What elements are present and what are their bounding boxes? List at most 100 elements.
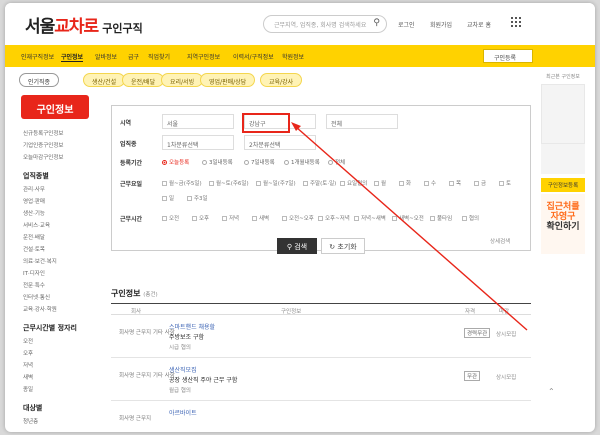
sidebar-item[interactable]: IT·디자인 — [23, 269, 89, 277]
row-tag: 경력무관 — [464, 328, 491, 338]
sidebar-item[interactable]: 저녁 — [23, 361, 89, 369]
workday-2[interactable]: 월~일(주7일) — [256, 179, 296, 187]
sidebar-item[interactable]: 교육·강사·학원 — [23, 305, 89, 313]
region-dong-select[interactable]: 전체 — [326, 114, 398, 129]
workday-11[interactable]: 일 — [162, 194, 174, 202]
apps-grid-icon[interactable] — [511, 17, 521, 27]
option-label: 주3일 — [194, 196, 208, 202]
worktime-6[interactable]: 저녁~새벽 — [354, 214, 386, 222]
row-desc[interactable]: 주방보조 구함 — [169, 332, 204, 341]
sidebar-item[interactable]: 오후 — [23, 349, 89, 357]
sidebar-item[interactable]: 생산·기능 — [23, 209, 89, 217]
sidebar-item[interactable]: 오늘마감구인정보 — [23, 153, 89, 161]
reset-button[interactable]: ↻ 초기화 — [321, 238, 365, 254]
nav-item-7[interactable]: 학원정보 — [282, 52, 304, 61]
sidebar-item[interactable]: 영업·판매 — [23, 197, 89, 205]
worktime-0[interactable]: 오전 — [162, 214, 179, 222]
option-label: 전체 — [335, 160, 346, 166]
worktime-7[interactable]: 새벽~오전 — [392, 214, 424, 222]
row-desc[interactable]: 공장 생산직 주야 근무 구함 — [169, 375, 237, 384]
option-label: 일 — [169, 196, 175, 202]
workday-10[interactable]: 토 — [499, 179, 511, 187]
worktime-1[interactable]: 오후 — [192, 214, 209, 222]
row-title[interactable]: 스마트핸드 채용할 — [169, 322, 215, 331]
rail-post-button[interactable]: 구인정보등록 — [541, 178, 585, 192]
job-label: 업직종 — [120, 141, 137, 148]
workday-7[interactable]: 수 — [424, 179, 436, 187]
worktime-9[interactable]: 협의 — [462, 214, 479, 222]
pill-1[interactable]: 운전/배달 — [122, 73, 165, 87]
sidebar-item[interactable]: 기업인증구인정보 — [23, 141, 89, 149]
option-label: 월~금(주5일) — [169, 181, 202, 187]
sidebar-item[interactable]: 오전 — [23, 337, 89, 345]
sidebar-item[interactable]: 인터넷·통신 — [23, 293, 89, 301]
period-option-1[interactable]: 3일내등록 — [202, 158, 233, 166]
nav-item-0[interactable]: 인재구직정보 — [21, 52, 54, 61]
nav-item-6[interactable]: 이력서/구직정보 — [233, 52, 274, 61]
search-icon[interactable]: ⚲ — [373, 18, 380, 28]
worktime-4[interactable]: 오전~오후 — [282, 214, 314, 222]
table-row[interactable]: 회사명 근무지 아르바이트 — [111, 402, 531, 432]
row-meta: 시급 협의 — [169, 345, 191, 351]
nav-item-4[interactable]: 직업찾기 — [148, 52, 170, 61]
sidebar-item[interactable]: 종일 — [23, 385, 89, 393]
row-title[interactable]: 생산직모집 — [169, 365, 197, 374]
job-category1-select[interactable]: 1차분류선택 — [162, 135, 234, 150]
option-label: 협의 — [469, 216, 480, 222]
sidebar-item[interactable]: 신규등록구인정보 — [23, 129, 89, 137]
search-input[interactable]: 근무지역, 업직종, 회사명 검색하세요 ⚲ — [263, 15, 387, 33]
browser-page: 서울교차로 구인구직 근무지역, 업직종, 회사명 검색하세요 ⚲ 로그인 회원가… — [5, 3, 595, 432]
row-title[interactable]: 아르바이트 — [169, 408, 197, 417]
sidebar-item[interactable]: 청년층 — [23, 417, 89, 425]
nav-item-5[interactable]: 지역구인정보 — [187, 52, 220, 61]
sidebar-item[interactable]: 서비스·교육 — [23, 221, 89, 229]
period-option-2[interactable]: 7일내등록 — [244, 158, 275, 166]
workday-6[interactable]: 화 — [399, 179, 411, 187]
worktime-3[interactable]: 새벽 — [252, 214, 269, 222]
main-nav: 인재구직정보 구인정보 알바정보 급구 직업찾기 지역구인정보 이력서/구직정보… — [5, 45, 595, 67]
period-option-3[interactable]: 1개월내등록 — [284, 158, 320, 166]
table-row[interactable]: 회사명 근무지 기타 사항 스마트핸드 채용할 주방보조 구함 시급 협의 경력… — [111, 316, 531, 358]
sidebar-item[interactable]: 운전·배달 — [23, 233, 89, 241]
sidebar-item[interactable]: 관리·사무 — [23, 185, 89, 193]
workday-12[interactable]: 주3일 — [187, 194, 208, 202]
pill-0[interactable]: 생산/건설 — [83, 73, 126, 87]
region-city-select[interactable]: 서울 — [162, 114, 234, 129]
table-row[interactable]: 회사명 근무지 기타 사항 생산직모집 공장 생산직 주야 근무 구함 월급 협… — [111, 359, 531, 401]
workday-9[interactable]: 금 — [474, 179, 486, 187]
worktime-2[interactable]: 저녁 — [222, 214, 239, 222]
login-link[interactable]: 로그인 — [398, 20, 415, 29]
post-job-button[interactable]: 구인등록 — [483, 49, 533, 63]
sidebar-item[interactable]: 건설·토목 — [23, 245, 89, 253]
home-link[interactable]: 교차로 홈 — [467, 20, 491, 29]
nav-item-1[interactable]: 구인정보 — [61, 52, 84, 62]
sidebar-item[interactable]: 의료·보건·복지 — [23, 257, 89, 265]
worktime-5[interactable]: 오후~저녁 — [318, 214, 350, 222]
job-row: 업직종 — [120, 139, 160, 148]
region-label: 시역 — [120, 120, 132, 127]
workday-3[interactable]: 주말(토·일) — [303, 179, 336, 187]
pill-2[interactable]: 요리/서빙 — [161, 73, 204, 87]
signup-link[interactable]: 회원가입 — [430, 20, 452, 29]
rail-banner[interactable]: 집근처를 자영구 확인하기 — [541, 194, 585, 254]
tab-popular[interactable]: 인기직종 — [19, 73, 60, 87]
nav-item-2[interactable]: 알바정보 — [95, 52, 117, 61]
job-category2-select[interactable]: 2차분류선택 — [244, 135, 316, 150]
pill-3[interactable]: 영업/판매/상담 — [200, 73, 256, 87]
search-button[interactable]: ⚲ 검색 — [277, 238, 317, 254]
sidebar-item[interactable]: 새벽 — [23, 373, 89, 381]
pill-4[interactable]: 교육/강사 — [260, 73, 303, 87]
nav-item-3[interactable]: 급구 — [128, 52, 139, 61]
workday-8[interactable]: 목 — [449, 179, 461, 187]
worktime-8[interactable]: 풀타임 — [430, 214, 452, 222]
workday-1[interactable]: 월~토(주6일) — [209, 179, 249, 187]
workday-5[interactable]: 월 — [374, 179, 386, 187]
period-option-4[interactable]: 전체 — [328, 158, 345, 166]
site-logo[interactable]: 서울교차로 구인구직 — [25, 12, 143, 37]
sidebar-item[interactable]: 전문·특수 — [23, 281, 89, 289]
workday-4[interactable]: 요일협의 — [340, 179, 367, 187]
workday-0[interactable]: 월~금(주5일) — [162, 179, 202, 187]
period-option-0[interactable]: 오늘등록 — [162, 158, 189, 166]
scroll-top-icon[interactable]: ⌃ — [548, 387, 555, 396]
detail-search-link[interactable]: 상세검색 — [490, 237, 510, 245]
